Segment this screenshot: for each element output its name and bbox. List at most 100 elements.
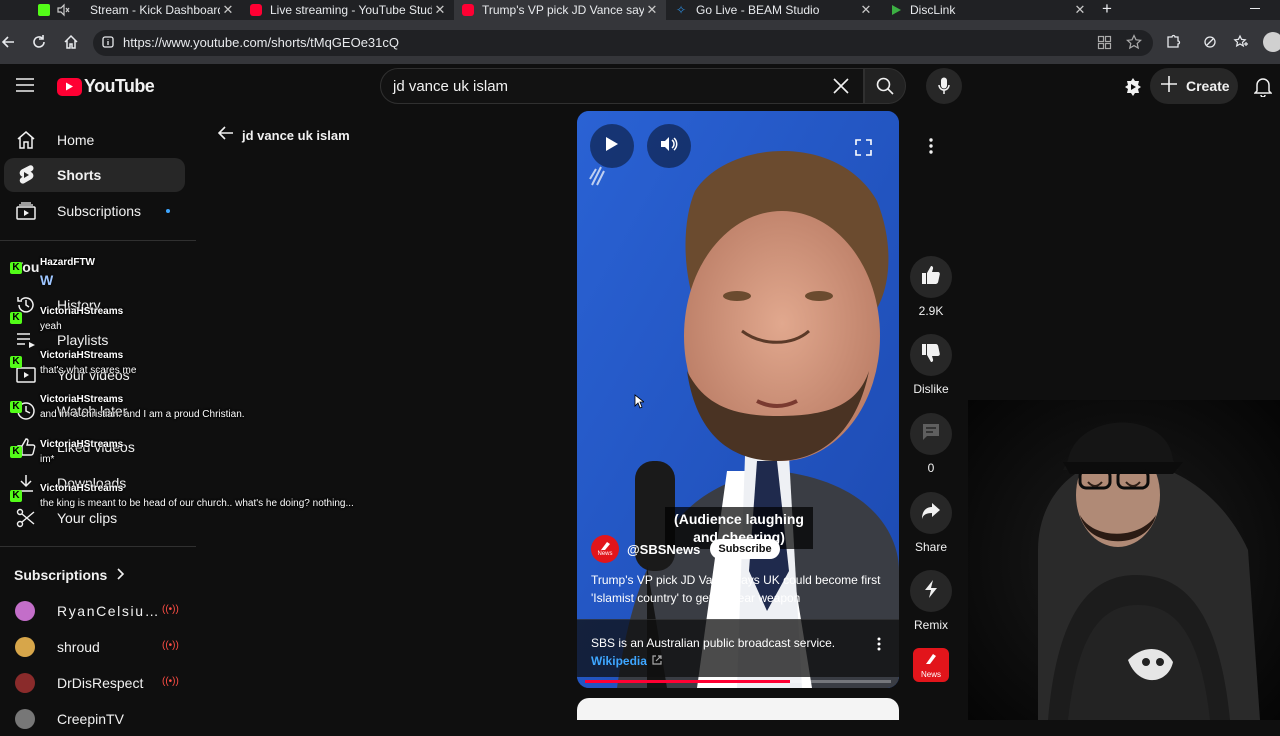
menu-hamburger-icon[interactable] (16, 78, 34, 97)
volume-icon (660, 136, 678, 157)
close-tab-icon[interactable]: ✕ (1072, 2, 1088, 18)
sidebar-subscription-channel[interactable]: shroud ((•)) (4, 630, 185, 664)
extension-puzzle-icon[interactable] (1202, 34, 1218, 55)
sound-source-badge-text: News (920, 669, 941, 679)
minimize-window-icon[interactable] (1250, 8, 1260, 9)
new-tab-icon[interactable]: + (1102, 0, 1112, 18)
beam-favicon-icon: ✧ (676, 3, 687, 17)
youtube-play-logo-icon (57, 77, 82, 96)
more-options-icon[interactable] (877, 637, 881, 656)
sidebar-subscription-channel[interactable]: CreepinTV (4, 702, 185, 736)
mouse-cursor-icon (634, 394, 646, 414)
close-tab-icon[interactable]: ✕ (644, 2, 660, 18)
share-button[interactable] (910, 492, 952, 534)
progress-track[interactable] (585, 680, 891, 683)
short-video-player[interactable]: (Audience laughing and cheering) News @S… (577, 111, 899, 688)
kick-favicon-icon (38, 4, 50, 16)
favorites-icon[interactable] (1233, 34, 1249, 55)
subscriptions-icon (14, 202, 38, 220)
channel-avatar (15, 601, 35, 621)
notifications-bell-icon[interactable] (1253, 77, 1273, 102)
extensions-icon[interactable] (1165, 34, 1181, 55)
channel-avatar[interactable]: News (591, 535, 619, 563)
play-button[interactable] (590, 124, 634, 168)
channel-badge-text: News (597, 550, 613, 557)
mute-icon[interactable] (56, 3, 70, 20)
remix-label: Remix (913, 618, 948, 632)
thumbs-down-icon (921, 343, 941, 368)
chat-username: HazardFTW (40, 257, 95, 268)
channel-name: CreepinTV (57, 711, 124, 727)
chat-message: yeah (40, 321, 62, 332)
youtube-logo-text: YouTube (84, 76, 155, 96)
next-short-preview[interactable] (577, 698, 899, 720)
home-icon (14, 130, 38, 150)
volume-button[interactable] (647, 124, 691, 168)
close-tab-icon[interactable]: ✕ (858, 2, 874, 18)
bookmark-star-icon[interactable] (1126, 34, 1142, 55)
like-count: 2.9K (918, 304, 944, 318)
channel-handle[interactable]: @SBSNews (627, 542, 700, 557)
sidebar-subscription-channel[interactable]: RyanCelsiu… ((•)) (4, 594, 185, 628)
studio-icon[interactable] (1123, 77, 1143, 102)
app-available-icon[interactable] (1097, 35, 1112, 55)
microphone-icon (938, 77, 950, 100)
new-content-dot (166, 209, 170, 213)
chat-username: VictoriaHStreams (40, 350, 124, 361)
back-to-search-link[interactable]: jd vance uk islam (217, 126, 350, 145)
clear-search-icon[interactable] (832, 77, 850, 100)
address-bar[interactable]: https://www.youtube.com/shorts/tMqGEOe31… (93, 30, 1153, 56)
site-info-icon[interactable] (101, 35, 115, 54)
comments-button[interactable] (910, 413, 952, 455)
channel-row: News @SBSNews Subscribe (591, 535, 780, 563)
youtube-header: YouTube jd vance uk islam Create (0, 64, 1280, 110)
create-label: Create (1186, 78, 1230, 94)
remix-button[interactable] (910, 570, 952, 612)
sidebar-section-subscriptions[interactable]: Subscriptions (14, 567, 125, 583)
dislike-button[interactable] (910, 334, 952, 376)
browser-tab-beam[interactable]: ✧ Go Live - BEAM Studio ✕ (668, 0, 880, 20)
live-indicator-icon: ((•)) (162, 640, 179, 651)
short-title[interactable]: Trump's VP pick JD Vance says UK could b… (591, 571, 891, 607)
close-tab-icon[interactable]: ✕ (432, 2, 448, 18)
sidebar-item-label: Home (57, 132, 95, 148)
your-videos-icon (14, 367, 38, 383)
browser-tab-youtube-studio[interactable]: Live streaming - YouTube Studio ✕ (242, 0, 454, 20)
subscribe-button[interactable]: Subscribe (710, 539, 780, 559)
sidebar-item-label: Shorts (57, 167, 102, 183)
sidebar-item-label: Subscriptions (57, 203, 142, 219)
chat-username: VictoriaHStreams (40, 439, 124, 450)
playlists-icon (14, 332, 38, 348)
live-indicator-icon: ((•)) (162, 604, 179, 615)
shorts-icon (14, 164, 38, 186)
voice-search-button[interactable] (926, 68, 962, 104)
browser-tab-disclink[interactable]: DiscLink ✕ (882, 0, 1094, 20)
url-text: https://www.youtube.com/shorts/tMqGEOe31… (123, 35, 400, 50)
browser-tab-active-short[interactable]: Trump's VP pick JD Vance says UK ✕ (454, 0, 666, 20)
back-icon[interactable] (0, 34, 16, 55)
like-button[interactable] (910, 256, 952, 298)
fullscreen-icon[interactable] (855, 139, 872, 161)
close-tab-icon[interactable]: ✕ (220, 2, 236, 18)
sidebar-item-shorts[interactable]: Shorts (4, 158, 185, 192)
browser-tab-kick[interactable]: Stream - Kick Dashboard ✕ (30, 0, 242, 20)
search-icon (876, 77, 894, 100)
player-menu-icon[interactable] (929, 138, 933, 159)
plus-icon (1160, 75, 1178, 98)
browser-profile-avatar[interactable] (1263, 32, 1280, 52)
youtube-logo[interactable]: YouTube (57, 76, 155, 97)
wikipedia-link[interactable]: Wikipedia (591, 654, 662, 668)
play-icon (605, 136, 619, 157)
search-input[interactable]: jd vance uk islam (380, 68, 864, 104)
info-panel-text: SBS is an Australian public broadcast se… (591, 636, 836, 650)
sidebar-item-home[interactable]: Home (4, 123, 185, 157)
create-button[interactable]: Create (1150, 68, 1238, 104)
sidebar-item-subscriptions[interactable]: Subscriptions (4, 194, 185, 228)
search-input-value: jd vance uk islam (393, 78, 509, 95)
search-button[interactable] (864, 68, 906, 104)
reload-icon[interactable] (31, 34, 47, 55)
sidebar-subscription-channel[interactable]: DrDisRespect ((•)) (4, 666, 185, 700)
live-indicator-icon: ((•)) (162, 676, 179, 687)
sound-source-thumbnail[interactable]: News (913, 648, 949, 682)
home-browser-icon[interactable] (63, 34, 79, 55)
